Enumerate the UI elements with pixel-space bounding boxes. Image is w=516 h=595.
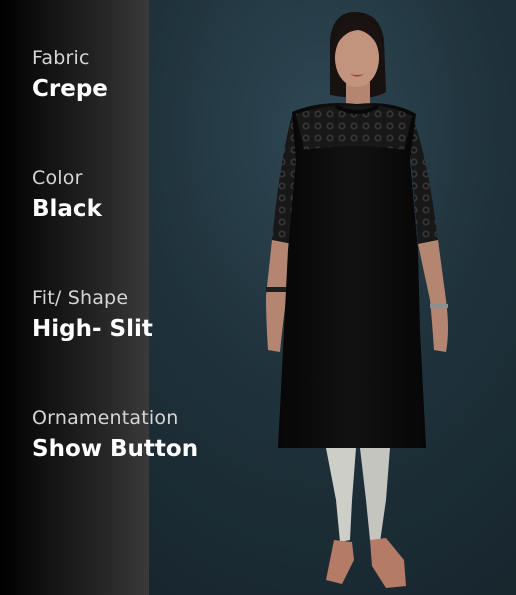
attribute-value: Show Button: [32, 436, 199, 462]
product-attribute-card: Fabric Crepe Color Black Fit/ Shape High…: [0, 0, 516, 595]
attribute-fit-shape: Fit/ Shape High- Slit: [32, 287, 153, 342]
attribute-color: Color Black: [32, 167, 102, 222]
attribute-label: Fit/ Shape: [32, 287, 129, 309]
attribute-label: Fabric: [32, 47, 90, 69]
attribute-ornamentation: Ornamentation Show Button: [32, 407, 198, 462]
attribute-label: Ornamentation: [32, 407, 179, 429]
attribute-value: Black: [32, 196, 102, 222]
image-dim-overlay: [149, 0, 516, 595]
attribute-value: Crepe: [32, 76, 108, 102]
attribute-value: High- Slit: [32, 316, 153, 342]
attribute-label: Color: [32, 167, 83, 189]
attribute-fabric: Fabric Crepe: [32, 47, 108, 102]
